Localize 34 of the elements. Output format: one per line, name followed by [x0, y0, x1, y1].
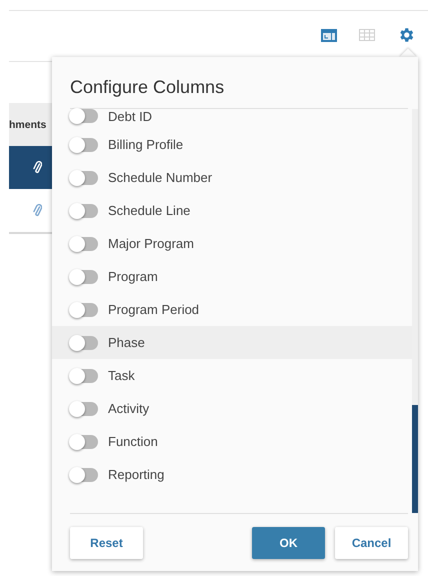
column-label: Debt ID — [108, 109, 152, 124]
column-label: Function — [108, 434, 158, 449]
popup-title: Configure Columns — [70, 57, 408, 109]
column-label: Major Program — [108, 236, 194, 251]
dialog-button[interactable]: Reset — [70, 527, 143, 559]
toggle-switch[interactable] — [70, 434, 98, 448]
column-label: Schedule Line — [108, 203, 190, 218]
column-header[interactable]: hments — [9, 118, 46, 130]
grid-view-icon[interactable] — [359, 29, 375, 41]
highlighted-row[interactable]: Phase — [52, 326, 412, 359]
column-label: Program — [108, 269, 158, 284]
toggle-switch[interactable] — [70, 336, 98, 350]
column-label: Schedule Number — [108, 170, 212, 185]
toggle-switch[interactable] — [70, 468, 98, 482]
column-label: Phase — [108, 335, 145, 350]
dialog-button[interactable]: Cancel — [335, 527, 408, 559]
card-view-icon[interactable] — [321, 28, 337, 42]
column-label: Activity — [108, 401, 150, 416]
toggle-switch[interactable] — [70, 109, 98, 123]
toggle-switch[interactable] — [70, 368, 98, 382]
toggle-switch[interactable] — [70, 138, 98, 152]
scrollbar[interactable] — [412, 109, 418, 513]
column-label: Task — [108, 368, 135, 383]
column-label: Reporting — [108, 467, 164, 482]
toggle-switch[interactable] — [70, 270, 98, 284]
column-label: Program Period — [108, 302, 200, 317]
paperclip-icon[interactable] — [33, 204, 42, 217]
toggle-switch[interactable] — [70, 402, 98, 416]
ok-button[interactable]: OK — [252, 527, 325, 559]
column-label: Billing Profile — [108, 137, 184, 152]
toggle-switch[interactable] — [70, 204, 98, 218]
toggle-switch[interactable] — [70, 302, 98, 316]
toggle-switch[interactable] — [70, 236, 98, 250]
toggle-switch[interactable] — [70, 170, 98, 184]
